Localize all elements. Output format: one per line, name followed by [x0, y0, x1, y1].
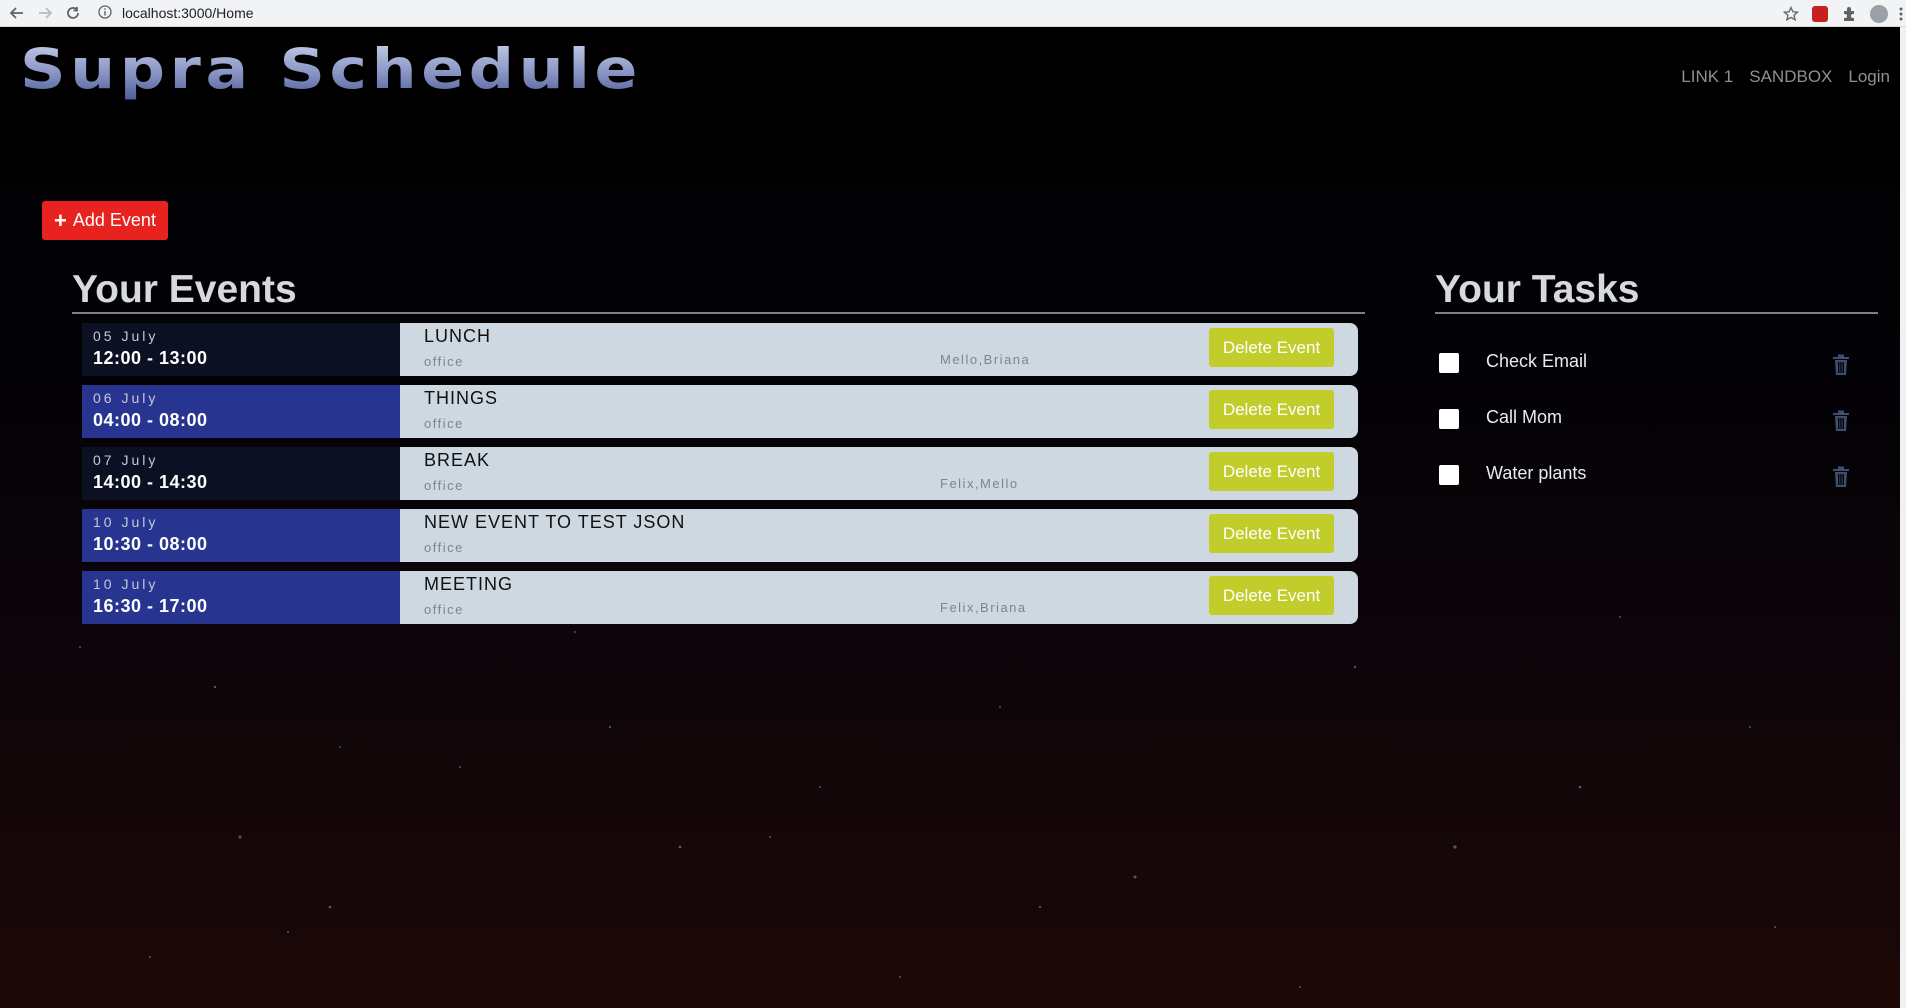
trash-icon[interactable] — [1832, 354, 1850, 376]
event-info: BREAK office Felix,Mello Delete Event — [400, 447, 1358, 500]
tasks-list: Check Email Call Mom Water plants — [1437, 345, 1857, 513]
trash-icon[interactable] — [1832, 466, 1850, 488]
event-info: LUNCH office Mello,Briana Delete Event — [400, 323, 1358, 376]
event-info: THINGS office Delete Event — [400, 385, 1358, 438]
event-time: 04:00 - 08:00 — [93, 410, 208, 430]
tasks-divider — [1435, 312, 1878, 314]
event-people: Mello,Briana — [940, 352, 1031, 367]
event-date: 06 July — [93, 390, 159, 406]
add-event-button[interactable]: + Add Event — [42, 201, 168, 240]
task-item: Call Mom — [1437, 401, 1857, 457]
reload-icon[interactable] — [62, 2, 84, 24]
event-when: 10 July 10:30 - 08:00 — [82, 509, 400, 562]
task-label: Check Email — [1486, 351, 1588, 371]
profile-icon[interactable] — [1870, 4, 1888, 23]
nav-sandbox[interactable]: SANDBOX — [1749, 67, 1832, 87]
address-bar[interactable]: localhost:3000/Home — [98, 2, 254, 24]
tasks-heading: Your Tasks — [1435, 268, 1640, 311]
brand-logo[interactable]: Supra Schedule — [20, 37, 642, 101]
nav-link-1[interactable]: LINK 1 — [1681, 67, 1733, 87]
event-when: 06 July 04:00 - 08:00 — [82, 385, 400, 438]
event-info: NEW EVENT TO TEST JSON office Delete Eve… — [400, 509, 1358, 562]
event-row[interactable]: 05 July 12:00 - 13:00 LUNCH office Mello… — [82, 323, 1358, 376]
event-row[interactable]: 06 July 04:00 - 08:00 THINGS office Dele… — [82, 385, 1358, 438]
nav-login[interactable]: Login — [1848, 67, 1890, 87]
top-nav: LINK 1 SANDBOX Login — [1681, 67, 1890, 87]
forward-arrow-icon[interactable] — [34, 2, 56, 24]
event-row[interactable]: 10 July 16:30 - 17:00 MEETING office Fel… — [82, 571, 1358, 624]
extension-icon[interactable] — [1812, 5, 1828, 22]
page-scrollbar[interactable] — [1900, 27, 1906, 1008]
menu-dots-icon[interactable] — [1898, 3, 1904, 25]
task-item: Check Email — [1437, 345, 1857, 401]
event-time: 10:30 - 08:00 — [93, 534, 208, 554]
event-when: 05 July 12:00 - 13:00 — [82, 323, 400, 376]
events-heading: Your Events — [72, 268, 297, 311]
event-date: 07 July — [93, 452, 159, 468]
event-time: 14:00 - 14:30 — [93, 472, 208, 492]
events-list: 05 July 12:00 - 13:00 LUNCH office Mello… — [82, 323, 1358, 633]
task-checkbox[interactable] — [1439, 465, 1459, 485]
task-item: Water plants — [1437, 457, 1857, 513]
puzzle-icon[interactable] — [1838, 3, 1860, 25]
event-row[interactable]: 10 July 10:30 - 08:00 NEW EVENT TO TEST … — [82, 509, 1358, 562]
event-info: MEETING office Felix,Briana Delete Event — [400, 571, 1358, 624]
page-body: Supra Schedule LINK 1 SANDBOX Login + Ad… — [0, 27, 1900, 1008]
event-date: 10 July — [93, 576, 159, 592]
task-label: Water plants — [1486, 463, 1587, 483]
task-label: Call Mom — [1486, 407, 1563, 427]
back-arrow-icon[interactable] — [6, 2, 28, 24]
delete-event-button[interactable]: Delete Event — [1209, 328, 1334, 367]
task-checkbox[interactable] — [1439, 409, 1459, 429]
url-text: localhost:3000/Home — [122, 5, 254, 21]
plus-icon: + — [54, 207, 67, 233]
delete-event-button[interactable]: Delete Event — [1209, 390, 1334, 429]
event-time: 12:00 - 13:00 — [93, 348, 208, 368]
delete-event-button[interactable]: Delete Event — [1209, 452, 1334, 491]
event-date: 10 July — [93, 514, 159, 530]
event-when: 10 July 16:30 - 17:00 — [82, 571, 400, 624]
task-checkbox[interactable] — [1439, 353, 1459, 373]
event-row[interactable]: 07 July 14:00 - 14:30 BREAK office Felix… — [82, 447, 1358, 500]
event-date: 05 July — [93, 328, 159, 344]
event-people: Felix,Mello — [940, 476, 1019, 491]
browser-toolbar: localhost:3000/Home — [0, 0, 1906, 27]
add-event-label: Add Event — [72, 210, 156, 230]
events-divider — [72, 312, 1365, 314]
delete-event-button[interactable]: Delete Event — [1209, 514, 1334, 553]
event-time: 16:30 - 17:00 — [93, 596, 208, 616]
event-people: Felix,Briana — [940, 600, 1027, 615]
delete-event-button[interactable]: Delete Event — [1209, 576, 1334, 615]
info-icon[interactable] — [98, 4, 112, 22]
event-when: 07 July 14:00 - 14:30 — [82, 447, 400, 500]
star-icon[interactable] — [1780, 3, 1802, 25]
trash-icon[interactable] — [1832, 410, 1850, 432]
